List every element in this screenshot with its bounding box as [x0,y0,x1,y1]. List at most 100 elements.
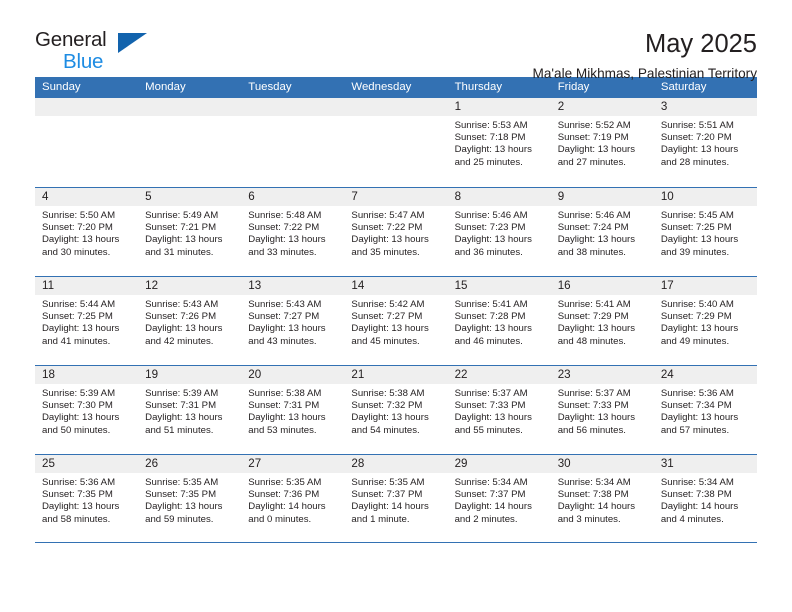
calendar-day-cell[interactable]: 9 Sunrise: 5:46 AM Sunset: 7:24 PM Daylight… [550,188,654,276]
day-number: 16 [550,277,654,295]
logo-word-blue: Blue [63,50,104,73]
calendar-day-cell[interactable]: 8 Sunrise: 5:46 AM Sunset: 7:23 PM Daylight… [447,188,551,276]
day-sun-info: Sunrise: 5:37 AM Sunset: 7:33 PM Daylight:… [448,384,551,437]
day-number: 19 [138,366,242,384]
sunrise-text: Sunrise: 5:34 AM [557,477,631,488]
daylight-text: Daylight: 13 hours and 48 minutes. [557,323,636,347]
weekday-header-tuesday: Tuesday [248,81,292,93]
day-sun-info: Sunrise: 5:45 AM Sunset: 7:25 PM Daylight:… [654,206,757,259]
calendar-day-cell[interactable]: 31 Sunrise: 5:34 AM Sunset: 7:38 PM Dayligh… [653,455,757,542]
day-sun-info: Sunrise: 5:42 AM Sunset: 7:27 PM Daylight:… [344,295,447,348]
day-number: 5 [138,188,242,206]
sunrise-text: Sunrise: 5:40 AM [660,299,734,310]
day-sun-info: Sunrise: 5:41 AM Sunset: 7:29 PM Daylight:… [551,295,654,348]
day-number: 28 [344,455,448,473]
day-number: 1 [447,98,551,116]
daylight-text: Daylight: 13 hours and 38 minutes. [557,234,636,258]
day-sun-info: Sunrise: 5:35 AM Sunset: 7:35 PM Daylight:… [138,473,241,526]
day-number: 18 [35,366,139,384]
day-number: 14 [344,277,448,295]
calendar-day-cell[interactable]: 21 Sunrise: 5:38 AM Sunset: 7:32 PM Dayligh… [344,366,448,454]
calendar-day-cell[interactable]: 25 Sunrise: 5:36 AM Sunset: 7:35 PM Dayligh… [35,455,139,542]
daylight-text: Daylight: 13 hours and 50 minutes. [42,412,120,436]
calendar-day-cell[interactable]: 2 Sunrise: 5:52 AM Sunset: 7:19 PM Daylight… [550,98,654,187]
calendar-day-cell[interactable]: 4 Sunrise: 5:50 AM Sunset: 7:20 PM Daylight… [35,188,139,276]
calendar-day-cell[interactable]: 12 Sunrise: 5:43 AM Sunset: 7:26 PM Dayligh… [138,277,242,365]
day-sun-info: Sunrise: 5:36 AM Sunset: 7:34 PM Daylight:… [654,384,757,437]
sunset-text: Sunset: 7:28 PM [454,311,526,323]
calendar-day-cell[interactable]: 18 Sunrise: 5:39 AM Sunset: 7:30 PM Dayligh… [35,366,139,454]
daylight-text: Daylight: 13 hours and 35 minutes. [351,234,429,258]
daylight-text: Daylight: 13 hours and 59 minutes. [145,501,223,525]
sunrise-text: Sunrise: 5:36 AM [42,477,116,488]
calendar-day-cell[interactable]: 19 Sunrise: 5:39 AM Sunset: 7:31 PM Dayligh… [138,366,242,454]
daylight-text: Daylight: 13 hours and 36 minutes. [454,234,532,258]
weekday-header-saturday: Saturday [660,81,707,93]
sunset-text: Sunset: 7:25 PM [42,311,113,323]
page-header: General Blue May 2025 Ma'ale Mikhmas, Pa… [35,0,757,80]
day-number [138,98,242,116]
calendar-day-cell[interactable]: 23 Sunrise: 5:37 AM Sunset: 7:33 PM Dayligh… [550,366,654,454]
calendar-day-cell-empty [241,98,345,187]
daylight-text: Daylight: 14 hours and 3 minutes. [557,501,636,525]
daylight-text: Daylight: 13 hours and 41 minutes. [42,323,120,347]
calendar-day-cell[interactable]: 27 Sunrise: 5:35 AM Sunset: 7:36 PM Dayligh… [241,455,345,542]
weekday-header-friday: Friday [557,81,590,93]
calendar-day-cell[interactable]: 24 Sunrise: 5:36 AM Sunset: 7:34 PM Dayligh… [653,366,757,454]
daylight-text: Daylight: 13 hours and 43 minutes. [248,323,326,347]
logo-word-general: General [35,28,107,51]
sunrise-text: Sunrise: 5:41 AM [557,299,631,310]
day-sun-info: Sunrise: 5:50 AM Sunset: 7:20 PM Daylight:… [35,206,138,259]
sunset-text: Sunset: 7:19 PM [557,132,629,144]
daylight-text: Daylight: 13 hours and 49 minutes. [660,323,739,347]
daylight-text: Daylight: 13 hours and 51 minutes. [145,412,223,436]
sunset-text: Sunset: 7:26 PM [145,311,217,323]
calendar-day-cell[interactable]: 30 Sunrise: 5:34 AM Sunset: 7:38 PM Dayligh… [550,455,654,542]
weekday-header-monday: Monday [145,81,186,93]
calendar-day-cell[interactable]: 14 Sunrise: 5:42 AM Sunset: 7:27 PM Dayligh… [344,277,448,365]
day-sun-info: Sunrise: 5:34 AM Sunset: 7:37 PM Daylight:… [448,473,551,526]
sunrise-text: Sunrise: 5:35 AM [248,477,322,488]
daylight-text: Daylight: 13 hours and 57 minutes. [660,412,739,436]
day-number: 24 [653,366,757,384]
day-number: 9 [550,188,654,206]
calendar-day-cell[interactable]: 10 Sunrise: 5:45 AM Sunset: 7:25 PM Dayligh… [653,188,757,276]
calendar-day-cell[interactable]: 29 Sunrise: 5:34 AM Sunset: 7:37 PM Dayligh… [447,455,551,542]
daylight-text: Daylight: 13 hours and 45 minutes. [351,323,429,347]
calendar-day-cell[interactable]: 3 Sunrise: 5:51 AM Sunset: 7:20 PM Daylight… [653,98,757,187]
calendar-day-cell[interactable]: 22 Sunrise: 5:37 AM Sunset: 7:33 PM Dayligh… [447,366,551,454]
calendar-week-row: 25 Sunrise: 5:36 AM Sunset: 7:35 PM Dayligh… [35,454,757,543]
day-number: 25 [35,455,139,473]
calendar-day-cell[interactable]: 20 Sunrise: 5:38 AM Sunset: 7:31 PM Dayligh… [241,366,345,454]
calendar-week-row: 18 Sunrise: 5:39 AM Sunset: 7:30 PM Dayligh… [35,365,757,454]
sunset-text: Sunset: 7:32 PM [351,400,423,412]
day-number [241,98,345,116]
day-sun-info: Sunrise: 5:38 AM Sunset: 7:32 PM Daylight:… [344,384,447,437]
daylight-text: Daylight: 13 hours and 58 minutes. [42,501,120,525]
day-number: 13 [241,277,345,295]
calendar-day-cell[interactable]: 6 Sunrise: 5:48 AM Sunset: 7:22 PM Daylight… [241,188,345,276]
sunset-text: Sunset: 7:27 PM [351,311,423,323]
daylight-text: Daylight: 13 hours and 54 minutes. [351,412,429,436]
sunset-text: Sunset: 7:35 PM [145,489,217,501]
day-number [344,98,448,116]
calendar-day-cell[interactable]: 11 Sunrise: 5:44 AM Sunset: 7:25 PM Dayligh… [35,277,139,365]
generalblue-logo[interactable]: General Blue [35,28,150,76]
calendar-day-cell[interactable]: 15 Sunrise: 5:41 AM Sunset: 7:28 PM Dayligh… [447,277,551,365]
calendar-day-cell[interactable]: 5 Sunrise: 5:49 AM Sunset: 7:21 PM Daylight… [138,188,242,276]
calendar-day-cell[interactable]: 16 Sunrise: 5:41 AM Sunset: 7:29 PM Dayligh… [550,277,654,365]
day-sun-info: Sunrise: 5:38 AM Sunset: 7:31 PM Daylight:… [241,384,344,437]
daylight-text: Daylight: 13 hours and 42 minutes. [145,323,223,347]
calendar-day-cell[interactable]: 1 Sunrise: 5:53 AM Sunset: 7:18 PM Daylight… [447,98,551,187]
calendar-day-cell[interactable]: 7 Sunrise: 5:47 AM Sunset: 7:22 PM Daylight… [344,188,448,276]
day-sun-info: Sunrise: 5:51 AM Sunset: 7:20 PM Daylight:… [654,116,757,169]
sunrise-text: Sunrise: 5:37 AM [557,388,631,399]
sunrise-text: Sunrise: 5:38 AM [248,388,322,399]
sunset-text: Sunset: 7:38 PM [660,489,732,501]
sunrise-text: Sunrise: 5:49 AM [145,210,219,221]
calendar-day-cell[interactable]: 17 Sunrise: 5:40 AM Sunset: 7:29 PM Dayligh… [653,277,757,365]
calendar-day-cell[interactable]: 13 Sunrise: 5:43 AM Sunset: 7:27 PM Dayligh… [241,277,345,365]
calendar-day-cell[interactable]: 26 Sunrise: 5:35 AM Sunset: 7:35 PM Dayligh… [138,455,242,542]
day-number: 10 [653,188,757,206]
calendar-day-cell[interactable]: 28 Sunrise: 5:35 AM Sunset: 7:37 PM Dayligh… [344,455,448,542]
